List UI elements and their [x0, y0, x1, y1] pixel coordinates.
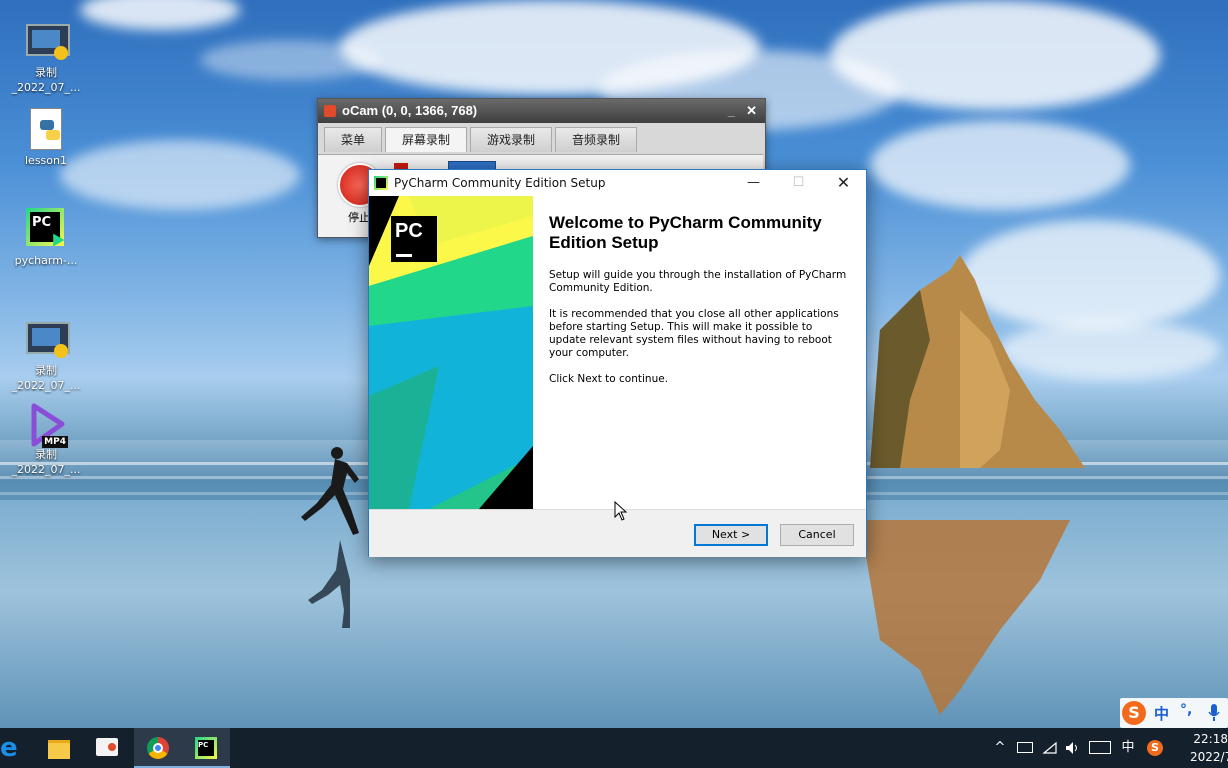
setup-titlebar[interactable]: PyCharm Community Edition Setup — ☐ ✕ [369, 170, 866, 196]
sogou-tray-icon[interactable]: S [1144, 728, 1166, 768]
runner-silhouette [301, 447, 359, 535]
file-explorer-icon [48, 740, 70, 759]
next-button[interactable]: Next > [694, 524, 768, 546]
sogou-icon[interactable]: S [1122, 701, 1146, 725]
desktop-icon-label: _2022_07_... [11, 81, 81, 94]
ocam-titlebar[interactable]: oCam (0, 0, 1366, 768) _ ✕ [318, 99, 765, 123]
ocam-icon [96, 738, 118, 756]
ocam-title: oCam (0, 0, 1366, 768) [342, 103, 478, 118]
python-file-icon [24, 108, 68, 150]
ocam-tabs: 菜单 屏幕录制 游戏录制 音频录制 [324, 127, 640, 152]
pycharm-icon: PC [24, 208, 68, 250]
desktop-icon-label: 录制 [35, 364, 57, 377]
setup-content: Welcome to PyCharm Community Edition Set… [533, 196, 866, 509]
minimize-button[interactable]: — [731, 170, 776, 196]
rock-reflection [860, 520, 1070, 715]
taskbar-file-explorer[interactable] [34, 728, 82, 768]
ime-language[interactable]: 中 [1154, 703, 1169, 724]
desktop-icon-recording-1[interactable]: 录制 _2022_07_... [6, 20, 86, 95]
desktop-icon-label: _2022_07_... [11, 379, 81, 392]
setup-title: PyCharm Community Edition Setup [394, 176, 606, 190]
taskbar-clock[interactable]: 22:18 2022/7/ [1190, 730, 1228, 766]
ocam-tab-game-record[interactable]: 游戏录制 [470, 127, 553, 152]
pycharm-setup-dialog[interactable]: PyCharm Community Edition Setup — ☐ ✕ PC… [368, 169, 867, 557]
network-icon[interactable] [1040, 728, 1060, 768]
mouse-cursor-icon [614, 501, 628, 521]
pycharm-icon [374, 176, 388, 190]
setup-continue-text: Click Next to continue. [549, 373, 669, 385]
stop-label: 停止 [348, 211, 370, 224]
desktop-icon-label: 录制 [35, 448, 57, 461]
pycharm-icon: PC [195, 737, 217, 759]
desktop-icon-lesson1[interactable]: lesson1 [6, 108, 86, 168]
desktop-icon-label: _2022_07_... [11, 463, 81, 476]
desktop-icon-label: 录制 [35, 66, 57, 79]
pycharm-logo-text: PC [395, 220, 423, 242]
ocam-tab-audio-record[interactable]: 音频录制 [555, 127, 638, 152]
minimize-icon[interactable]: _ [728, 99, 735, 123]
chevron-up-icon[interactable]: ^ [990, 728, 1010, 768]
setup-recommendation-text: It is recommended that you close all oth… [549, 308, 839, 359]
ocam-tab-menu[interactable]: 菜单 [324, 127, 383, 152]
video-recording-icon [24, 20, 70, 62]
desktop-icon-label: lesson1 [25, 154, 67, 167]
mp4-badge: MP4 [42, 436, 68, 448]
setup-heading: Welcome to PyCharm Community Edition Set… [549, 213, 822, 252]
pycharm-banner: PC [369, 196, 533, 509]
close-icon[interactable]: ✕ [746, 99, 757, 123]
chrome-icon [147, 737, 169, 759]
desktop-icon-label: pycharm-... [14, 254, 78, 267]
volume-icon[interactable] [1062, 728, 1082, 768]
ocam-app-icon [324, 105, 336, 117]
ime-toolbar[interactable]: S 中 °, [1120, 698, 1228, 728]
taskbar-ocam[interactable] [84, 728, 132, 768]
ime-indicator[interactable]: 中 [1118, 728, 1138, 768]
desktop-icon-recording-2[interactable]: 录制 _2022_07_... [6, 318, 86, 393]
ocam-tab-screen-record[interactable]: 屏幕录制 [385, 127, 468, 152]
mp4-file-icon: MP4 [24, 402, 68, 448]
taskbar-chrome[interactable] [134, 728, 182, 768]
microphone-icon[interactable] [1208, 704, 1220, 722]
setup-intro-text: Setup will guide you through the install… [549, 269, 847, 294]
keyboard-icon[interactable] [1088, 728, 1112, 768]
video-recording-icon [24, 318, 70, 360]
runner-reflection [308, 540, 350, 628]
edge-icon: e [0, 733, 18, 763]
rock-formation [870, 255, 1085, 468]
desktop-icon-pycharm[interactable]: PC pycharm-... [6, 208, 86, 268]
cancel-button[interactable]: Cancel [780, 524, 854, 546]
maximize-button: ☐ [792, 175, 805, 190]
clock-time: 22:18 [1193, 732, 1228, 746]
ime-punctuation[interactable]: °, [1180, 702, 1192, 718]
clock-date: 2022/7/ [1190, 750, 1228, 764]
taskbar: e PC ^ 中 S 22:18 2022/7/ [0, 728, 1228, 768]
taskbar-pycharm[interactable]: PC [182, 728, 230, 768]
pycharm-logo: PC [391, 216, 437, 262]
desktop-icon-recording-mp4[interactable]: MP4 录制 _2022_07_... [6, 402, 86, 477]
close-button[interactable]: ✕ [821, 170, 866, 196]
battery-icon[interactable] [1014, 728, 1036, 768]
